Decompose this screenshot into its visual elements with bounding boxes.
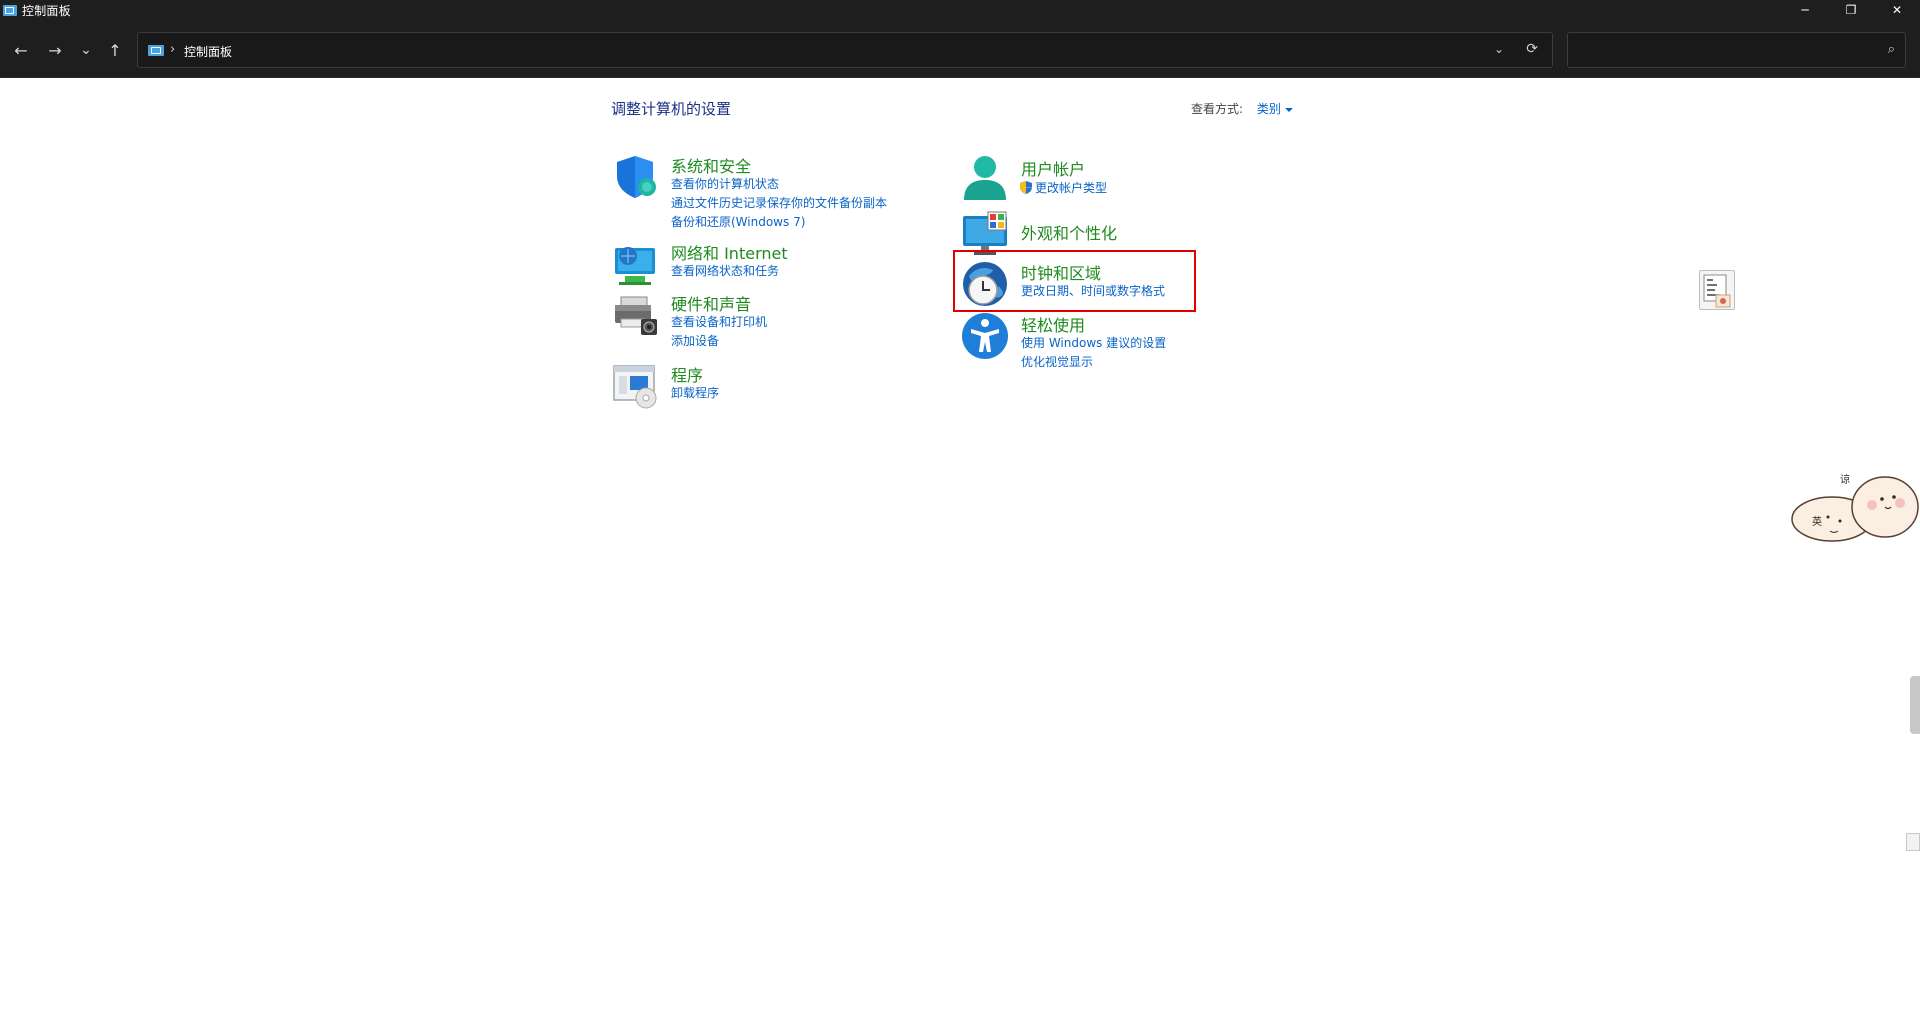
refresh-button[interactable]: ⟳ [1526, 41, 1538, 57]
maximize-button[interactable]: ❐ [1828, 0, 1874, 20]
network-icon[interactable] [611, 240, 659, 288]
close-button[interactable]: ✕ [1874, 0, 1920, 20]
control-panel-icon [3, 4, 17, 16]
ime-mascot-widget[interactable]: 英 谅 [1790, 469, 1920, 544]
category-link[interactable]: 查看设备和打印机 [671, 313, 767, 330]
category-ease-of-access: 轻松使用 使用 Windows 建议的设置 优化视觉显示 [961, 312, 1221, 372]
category-link[interactable]: 更改帐户类型 [1020, 179, 1107, 196]
category-user-accounts: 用户帐户 更改帐户类型 [961, 153, 1221, 205]
navigation-bar: ← → ⌄ ↑ › 控制面板 ⌄ ⟳ ⌕ [0, 20, 1920, 78]
up-button[interactable]: ↑ [102, 37, 128, 63]
control-panel-content: 调整计算机的设置 查看方式: 类别 系统和安全 查看你的计算机状态 通过文件历史… [0, 79, 1920, 1032]
category-link[interactable]: 添加设备 [671, 332, 719, 349]
back-button[interactable]: ← [8, 37, 34, 63]
search-icon[interactable]: ⌕ [1888, 42, 1895, 57]
printer-icon[interactable] [611, 291, 659, 339]
floating-widget[interactable] [1699, 270, 1735, 310]
title-bar: 控制面板 ─ ❐ ✕ [0, 0, 1920, 20]
minimize-button[interactable]: ─ [1782, 0, 1828, 20]
address-bar[interactable]: › 控制面板 ⌄ ⟳ [137, 32, 1553, 68]
mascot-icon [1791, 476, 1919, 542]
chevron-down-icon[interactable] [1284, 107, 1293, 112]
category-title[interactable]: 程序 [671, 362, 703, 386]
search-input[interactable] [1576, 39, 1866, 61]
accessibility-icon[interactable] [961, 312, 1009, 360]
category-link[interactable]: 备份和还原(Windows 7) [671, 213, 805, 230]
widget-icon [1703, 274, 1731, 308]
side-scroll-tab[interactable] [1910, 676, 1920, 734]
breadcrumb-control-panel[interactable]: 控制面板 [184, 43, 232, 60]
breadcrumb-chevron-icon[interactable]: › [170, 42, 175, 57]
window-title: 控制面板 [22, 3, 71, 18]
user-icon[interactable] [961, 153, 1009, 201]
category-link[interactable]: 查看你的计算机状态 [671, 175, 779, 192]
view-by-label: 查看方式: [1191, 102, 1244, 116]
category-link[interactable]: 通过文件历史记录保存你的文件备份副本 [671, 194, 887, 211]
category-title[interactable]: 系统和安全 [671, 153, 751, 177]
category-title[interactable]: 硬件和声音 [671, 291, 751, 315]
category-title[interactable]: 外观和个性化 [1021, 220, 1117, 244]
search-box[interactable]: ⌕ [1567, 32, 1906, 68]
category-system-security: 系统和安全 查看你的计算机状态 通过文件历史记录保存你的文件备份副本 备份和还原… [611, 153, 911, 233]
category-link[interactable]: 使用 Windows 建议的设置 [1021, 334, 1166, 351]
category-title[interactable]: 用户帐户 [1021, 156, 1085, 180]
window-controls: ─ ❐ ✕ [1782, 0, 1920, 20]
side-mini-widget[interactable] [1906, 833, 1920, 851]
category-link[interactable]: 优化视觉显示 [1021, 353, 1093, 370]
category-programs: 程序 卸载程序 [611, 362, 911, 414]
category-title[interactable]: 网络和 Internet [671, 240, 788, 264]
category-network-internet: 网络和 Internet 查看网络状态和任务 [611, 240, 911, 292]
address-dropdown-button[interactable]: ⌄ [1494, 42, 1504, 56]
uac-shield-icon [1020, 181, 1032, 194]
shield-icon[interactable] [611, 153, 659, 201]
mascot-label-ime: 英 [1812, 517, 1822, 528]
category-link[interactable]: 查看网络状态和任务 [671, 262, 779, 279]
recent-locations-button[interactable]: ⌄ [73, 37, 99, 63]
category-link-text[interactable]: 更改帐户类型 [1035, 181, 1107, 195]
programs-icon[interactable] [611, 362, 659, 410]
control-panel-icon [148, 45, 164, 56]
category-hardware-sound: 硬件和声音 查看设备和打印机 添加设备 [611, 291, 911, 351]
category-title[interactable]: 轻松使用 [1021, 312, 1085, 336]
view-by: 查看方式: 类别 [1191, 100, 1293, 117]
forward-button[interactable]: → [42, 37, 68, 63]
view-by-dropdown[interactable]: 类别 [1257, 102, 1281, 116]
page-title: 调整计算机的设置 [611, 100, 732, 118]
category-link[interactable]: 卸载程序 [671, 384, 719, 401]
mascot-label-top: 谅 [1840, 475, 1850, 486]
highlight-annotation [953, 250, 1196, 312]
